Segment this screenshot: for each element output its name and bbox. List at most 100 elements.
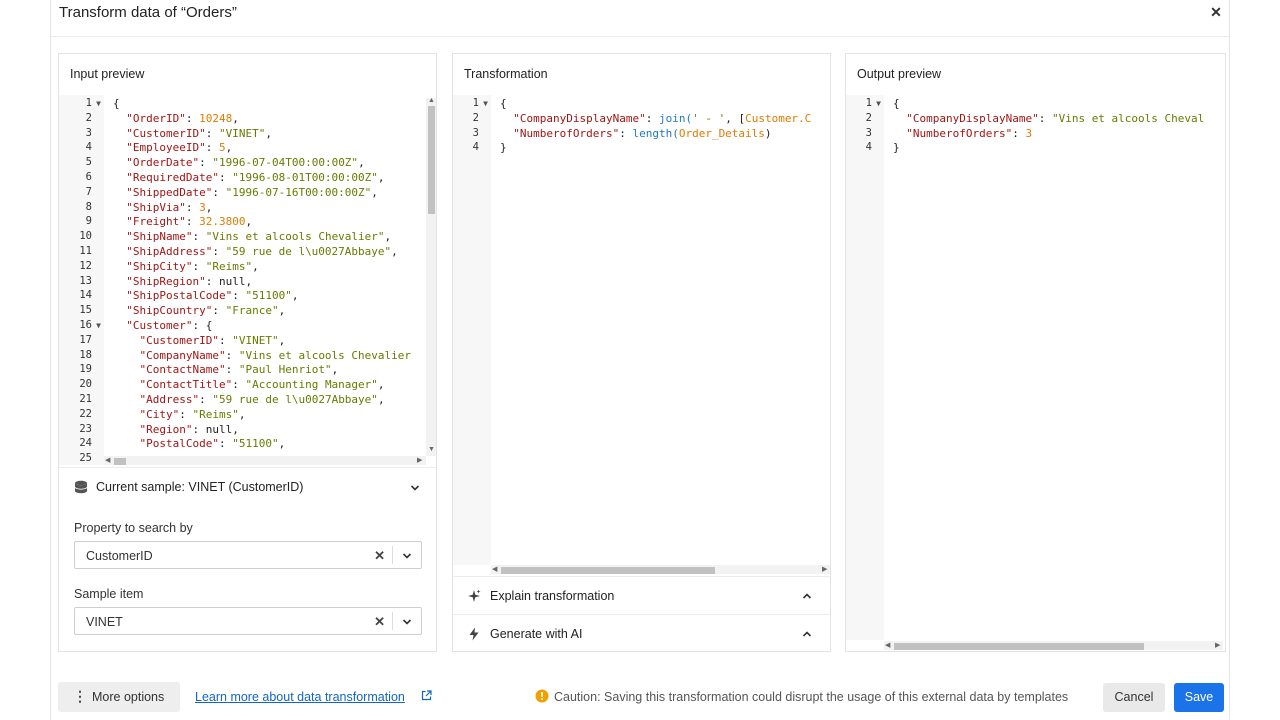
select-separator: [392, 612, 393, 630]
code-line: "ShipAddress": "59 rue de l\u0027Abbaye"…: [126, 245, 398, 258]
line-number: 2: [865, 111, 872, 124]
line-number: 9: [85, 215, 92, 228]
external-link-icon[interactable]: [421, 690, 432, 701]
code-line: "ShipPostalCode": "51100",: [126, 289, 299, 303]
learn-more-link[interactable]: Learn more about data transformation: [195, 690, 405, 704]
save-button[interactable]: Save: [1174, 683, 1224, 712]
sample-item-value: VINET: [86, 615, 123, 629]
generate-with-ai-label: Generate with AI: [490, 627, 583, 641]
line-gutter: [846, 95, 884, 640]
property-search-value: CustomerID: [86, 549, 153, 563]
cancel-button[interactable]: Cancel: [1103, 683, 1165, 712]
code-line: "City": "Reims",: [139, 407, 246, 421]
output-json-editor: 1 ▼ {2 "CompanyDisplayName": "Vins et alco…: [846, 95, 1223, 640]
code-line: {: [113, 97, 120, 110]
code-line: "NumberofOrders": 3: [906, 126, 1033, 140]
fold-toggle-icon[interactable]: ▼: [483, 99, 488, 108]
code-line: "ShipVia": 3,: [126, 200, 213, 214]
line-number: 4: [85, 141, 92, 154]
backdrop-left: [0, 0, 50, 720]
code-line: "ContactTitle": "Accounting Manager",: [139, 378, 385, 392]
line-number: 18: [79, 348, 92, 361]
code-line: "ShipCity": "Reims",: [126, 259, 259, 273]
more-options-label: More options: [92, 690, 165, 704]
line-number: 16: [79, 319, 92, 331]
scroll-right-arrow-icon[interactable]: ▶: [822, 565, 827, 573]
code-line: "Freight": 32.3800,: [126, 215, 253, 229]
line-number: 10: [79, 230, 92, 243]
chevron-down-icon[interactable]: [410, 483, 420, 493]
scroll-right-arrow-icon[interactable]: ▶: [417, 456, 422, 464]
transform-horizontal-scrollbar-thumb[interactable]: [501, 567, 715, 574]
line-number: 1: [865, 97, 872, 109]
code-line: "CustomerID": "VINET",: [126, 126, 272, 140]
line-number: 1: [472, 97, 479, 109]
generate-with-ai-row[interactable]: Generate with AI: [453, 614, 830, 652]
code-line: "CompanyDisplayName": join(' - ', [Custo…: [513, 111, 812, 125]
line-number: 8: [85, 200, 92, 213]
line-number: 20: [79, 378, 92, 391]
input-horizontal-scrollbar[interactable]: [104, 456, 426, 465]
more-vertical-icon: ⋮: [73, 688, 87, 704]
close-icon[interactable]: ✕: [1209, 5, 1223, 19]
input-json-editor[interactable]: 1 ▼ {2 "OrderID": 10248, 3 "CustomerID": "V…: [59, 95, 436, 465]
scroll-left-arrow-icon[interactable]: ◀: [492, 565, 497, 573]
code-line: "NumberofOrders": length(Order_Details): [513, 126, 772, 140]
clear-icon[interactable]: ✕: [374, 548, 385, 564]
line-number: 4: [472, 141, 479, 154]
transformation-panel: Transformation 1 ▼ {2 "CompanyDisplayName"…: [452, 53, 831, 652]
line-number: 24: [79, 437, 92, 450]
sample-item-select[interactable]: VINET ✕: [74, 607, 422, 635]
more-options-button[interactable]: ⋮ More options: [58, 682, 180, 712]
caution-message: Caution: Saving this transformation coul…: [554, 690, 1069, 704]
scroll-left-arrow-icon[interactable]: ◀: [105, 456, 110, 464]
scroll-left-arrow-icon[interactable]: ◀: [885, 641, 890, 649]
input-vertical-scrollbar-thumb[interactable]: [428, 106, 435, 214]
chevron-down-icon[interactable]: [402, 551, 412, 561]
line-number: 22: [79, 407, 92, 420]
fold-toggle-icon[interactable]: ▼: [96, 321, 101, 330]
chevron-up-icon[interactable]: [802, 629, 812, 639]
transformation-json-editor[interactable]: 1 ▼ {2 "CompanyDisplayName": join(' - ', […: [453, 95, 830, 565]
dialog-title: Transform data of “Orders”: [59, 4, 237, 21]
chevron-down-icon[interactable]: [402, 617, 412, 627]
code-line: {: [893, 97, 900, 110]
explain-transformation-row[interactable]: Explain transformation: [453, 576, 830, 614]
code-line: "CustomerID": "VINET",: [139, 333, 286, 347]
select-separator: [392, 546, 393, 564]
input-preview-panel: Input preview 1 ▼ {2 "OrderID": 10248, 3 "C…: [58, 53, 437, 652]
code-line: "ShipRegion": null,: [126, 274, 253, 288]
current-sample-label: Current sample: VINET (CustomerID): [96, 480, 304, 494]
scroll-up-arrow-icon[interactable]: ▲: [428, 97, 435, 104]
code-line: {: [500, 97, 507, 110]
sample-item-label: Sample item: [74, 587, 144, 601]
line-number: 7: [85, 185, 92, 198]
code-line: "RequiredDate": "1996-08-01T00:00:00Z",: [126, 171, 385, 184]
transform-dialog: Transform data of “Orders” ✕ Input previ…: [50, 0, 1230, 720]
property-search-select[interactable]: CustomerID ✕: [74, 541, 422, 569]
code-line: "ShipCountry": "France",: [126, 304, 286, 318]
database-icon: [74, 480, 88, 494]
code-line: }: [500, 141, 507, 155]
current-sample-row[interactable]: Current sample: VINET (CustomerID): [59, 467, 436, 505]
sparkle-icon: [468, 589, 481, 602]
line-number: 2: [85, 111, 92, 124]
line-number: 3: [472, 126, 479, 139]
scroll-down-arrow-icon[interactable]: ▼: [428, 446, 435, 453]
line-number: 23: [79, 422, 92, 435]
clear-icon[interactable]: ✕: [374, 614, 385, 630]
property-search-label: Property to search by: [74, 521, 193, 535]
input-horizontal-scrollbar-thumb[interactable]: [114, 458, 126, 465]
code-line: "EmployeeID": 5,: [126, 141, 233, 155]
code-line: "CompanyDisplayName": "Vins et alcools C…: [906, 111, 1205, 125]
fold-toggle-icon[interactable]: ▼: [876, 99, 881, 108]
output-preview-title: Output preview: [857, 67, 942, 81]
output-horizontal-scrollbar-thumb[interactable]: [894, 643, 1144, 650]
scroll-right-arrow-icon[interactable]: ▶: [1215, 641, 1220, 649]
chevron-up-icon[interactable]: [802, 591, 812, 601]
fold-toggle-icon[interactable]: ▼: [96, 99, 101, 108]
line-number: 2: [472, 111, 479, 124]
title-divider: [51, 36, 1229, 37]
line-number: 14: [79, 289, 92, 302]
lightning-icon: [469, 627, 479, 641]
